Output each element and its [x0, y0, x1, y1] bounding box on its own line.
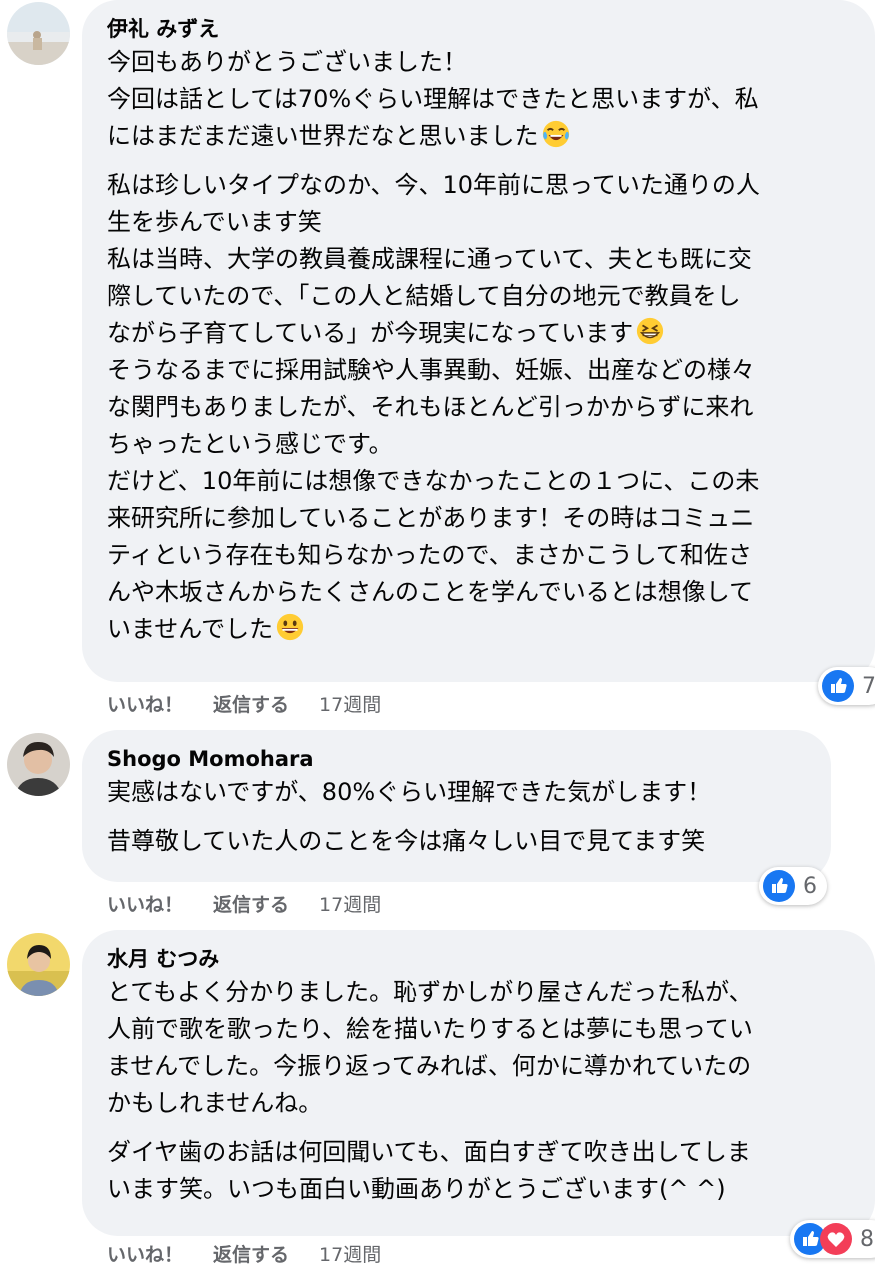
comment-actions: いいね！ 返信する 17週間: [107, 890, 411, 917]
like-link[interactable]: いいね！: [107, 1244, 183, 1266]
comment-paragraph: 私は珍しいタイプなのか、今、10年前に思っていた通りの人 生を歩んでいます笑 私…: [107, 171, 760, 643]
avatar[interactable]: [7, 733, 70, 796]
comment-bubble: 水月 むつみ とてもよく分かりました。恥ずかしがり屋さんだった私が、 人前で歌を…: [82, 930, 875, 1236]
reaction-count: 7: [862, 673, 875, 699]
like-link[interactable]: いいね！: [107, 694, 183, 716]
timestamp[interactable]: 17週間: [319, 1244, 381, 1266]
timestamp[interactable]: 17週間: [319, 694, 381, 716]
reaction-summary[interactable]: 7: [818, 667, 875, 705]
timestamp[interactable]: 17週間: [319, 894, 381, 916]
love-reaction-icon: [820, 1223, 852, 1255]
grinning-squinting-emoji: [636, 317, 664, 345]
comment-paragraph: とてもよく分かりました。恥ずかしがり屋さんだった私が、 人前で歌を歌ったり、絵を…: [107, 978, 753, 1117]
reply-link[interactable]: 返信する: [213, 1244, 289, 1266]
grinning-emoji: [276, 613, 304, 641]
reaction-summary[interactable]: 8: [790, 1220, 875, 1258]
tears-of-joy-emoji: [542, 120, 569, 148]
comment-bubble: 伊礼 みずえ 今回もありがとうございました！ 今回は話としては70%ぐらい理解は…: [82, 0, 875, 682]
comment-paragraph: ダイヤ歯のお話は何回聞いても、面白すぎて吹き出してしま います笑。いつも面白い動…: [107, 1138, 751, 1203]
reply-link[interactable]: 返信する: [213, 694, 289, 716]
comment-author[interactable]: 伊礼 みずえ: [107, 14, 853, 44]
reaction-count: 8: [860, 1226, 874, 1252]
reply-link[interactable]: 返信する: [213, 894, 289, 916]
reaction-count: 6: [803, 873, 817, 899]
like-link[interactable]: いいね！: [107, 894, 183, 916]
like-reaction-icon: [822, 670, 854, 702]
comment-paragraph: 昔尊敬していた人のことを今は痛々しい目で見てます笑: [107, 827, 706, 855]
comment-paragraph: 今回もありがとうございました！ 今回は話としては70%ぐらい理解はできたと思いま…: [107, 48, 759, 150]
avatar[interactable]: [7, 2, 70, 65]
comment-author[interactable]: Shogo Momohara: [107, 744, 809, 774]
avatar[interactable]: [7, 933, 70, 996]
comment-author[interactable]: 水月 むつみ: [107, 944, 853, 974]
reaction-summary[interactable]: 6: [759, 867, 827, 905]
like-reaction-icon: [763, 870, 795, 902]
comment-bubble: Shogo Momohara 実感はないですが、80%ぐらい理解できた気がします…: [82, 730, 831, 882]
comment-actions: いいね！ 返信する 17週間: [107, 1240, 411, 1267]
comment-actions: いいね！ 返信する 17週間: [107, 690, 411, 717]
comment-paragraph: 実感はないですが、80%ぐらい理解できた気がします！: [107, 778, 712, 806]
